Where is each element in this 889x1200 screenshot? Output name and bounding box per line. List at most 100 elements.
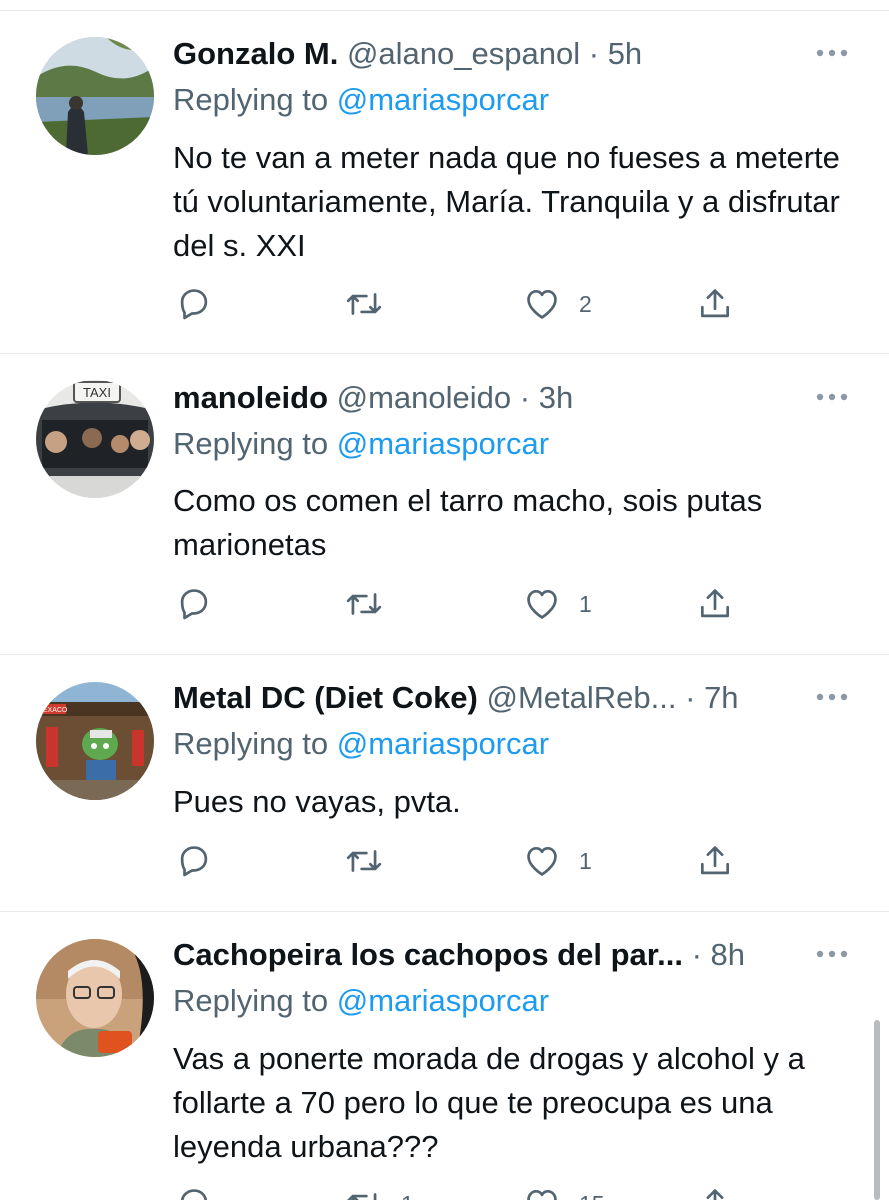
user-handle[interactable]: @manoleido <box>337 380 512 415</box>
share-button[interactable] <box>696 582 734 626</box>
tweet-1[interactable]: Gonzalo M. @alano_espanol · 5h Replying … <box>0 0 889 354</box>
avatar-lake-photo <box>36 37 154 155</box>
retweet-icon <box>346 850 382 872</box>
reply-feed: Gonzalo M. @alano_espanol · 5h Replying … <box>0 0 889 1200</box>
like-button[interactable]: 1 <box>523 582 592 626</box>
timestamp[interactable]: 8h <box>711 937 745 972</box>
retweet-icon <box>347 1193 377 1200</box>
display-name[interactable]: manoleido <box>173 380 328 415</box>
mention-link[interactable]: @mariasporcar <box>337 726 549 761</box>
reply-bubble-icon <box>180 1189 208 1200</box>
replying-to-label: Replying to <box>173 726 329 761</box>
tweet-header: Gonzalo M. @alano_espanol · 5h <box>173 34 809 74</box>
tweet-header: Metal DC (Diet Coke) @MetalReb... · 7h <box>173 678 809 718</box>
share-button[interactable] <box>696 1182 734 1200</box>
action-bar: 1 <box>173 839 773 883</box>
mention-link[interactable]: @mariasporcar <box>337 82 549 117</box>
share-icon <box>700 289 730 318</box>
tweet-text: Vas a ponerte morada de drogas y alcohol… <box>173 1041 805 1164</box>
heart-icon <box>527 1189 557 1200</box>
like-count: 1 <box>579 591 592 617</box>
svg-text:TEXACO: TEXACO <box>39 707 68 714</box>
action-bar: 2 <box>173 282 773 326</box>
separator: · <box>685 680 696 715</box>
heart-icon <box>527 289 557 319</box>
retweet-count: 1 <box>401 1185 414 1200</box>
timestamp[interactable]: 7h <box>704 680 738 715</box>
avatar-gas-station-photo: TEXACO <box>36 682 154 800</box>
like-count: 15 <box>579 1185 605 1200</box>
more-options-button[interactable] <box>815 949 849 959</box>
replying-to-label: Replying to <box>173 983 329 1018</box>
avatar[interactable] <box>36 939 154 1057</box>
like-count: 2 <box>579 291 592 317</box>
reply-button[interactable] <box>175 1182 231 1200</box>
tweet-header: Cachopeira los cachopos del par... · 8h <box>173 935 809 975</box>
retweet-button[interactable] <box>345 839 401 883</box>
reply-bubble-icon <box>180 846 208 877</box>
share-button[interactable] <box>696 839 734 883</box>
reply-button[interactable] <box>175 282 231 326</box>
like-button[interactable]: 1 <box>523 839 592 883</box>
avatar-man-glasses-photo <box>36 939 154 1057</box>
retweet-button[interactable]: 1 <box>345 1182 414 1200</box>
replying-to: Replying to @mariasporcar <box>173 424 549 464</box>
share-icon <box>700 589 730 618</box>
display-name[interactable]: Cachopeira los cachopos del par... <box>173 937 683 972</box>
tweet-text: No te van a meter nada que no fueses a m… <box>173 140 840 263</box>
tweet-2[interactable]: TAXI manoleido @manoleido · 3h Replying … <box>0 354 889 655</box>
display-name[interactable]: Gonzalo M. <box>173 36 338 71</box>
more-dots-icon <box>816 393 848 401</box>
reply-button[interactable] <box>175 582 231 626</box>
more-dots-icon <box>816 950 848 958</box>
share-button[interactable] <box>696 282 734 326</box>
retweet-icon <box>346 293 382 315</box>
mention-link[interactable]: @mariasporcar <box>337 426 549 461</box>
tweet-header: manoleido @manoleido · 3h <box>173 378 809 418</box>
replying-to: Replying to @mariasporcar <box>173 724 549 764</box>
timestamp[interactable]: 3h <box>539 380 573 415</box>
tweet-text: Como os comen el tarro macho, sois putas… <box>173 483 763 562</box>
like-button[interactable]: 15 <box>523 1182 605 1200</box>
retweet-button[interactable] <box>345 282 401 326</box>
avatar[interactable]: TAXI <box>36 380 154 498</box>
separator: · <box>588 36 600 71</box>
action-bar: 1 15 <box>173 1182 773 1200</box>
avatar[interactable]: TEXACO <box>36 682 154 800</box>
more-dots-icon <box>816 693 848 701</box>
display-name[interactable]: Metal DC (Diet Coke) <box>173 680 478 715</box>
share-icon <box>700 846 730 875</box>
more-options-button[interactable] <box>815 692 849 702</box>
tweet-text: Pues no vayas, pvta. <box>173 784 461 819</box>
more-options-button[interactable] <box>815 392 849 402</box>
mention-link[interactable]: @mariasporcar <box>337 983 549 1018</box>
replying-to: Replying to @mariasporcar <box>173 80 549 120</box>
heart-icon <box>527 846 557 876</box>
replying-to-label: Replying to <box>173 426 329 461</box>
user-handle[interactable]: @alano_espanol <box>347 36 580 71</box>
svg-text:TAXI: TAXI <box>83 385 111 400</box>
reply-bubble-icon <box>180 589 208 620</box>
avatar-taxi-photo: TAXI <box>36 380 154 498</box>
like-button[interactable]: 2 <box>523 282 592 326</box>
more-dots-icon <box>816 49 848 57</box>
replying-to: Replying to @mariasporcar <box>173 981 549 1021</box>
retweet-icon <box>346 593 382 615</box>
retweet-button[interactable] <box>345 582 401 626</box>
share-icon <box>706 1189 724 1200</box>
replying-to-label: Replying to <box>173 82 329 117</box>
more-options-button[interactable] <box>815 48 849 58</box>
timestamp[interactable]: 5h <box>608 36 642 71</box>
user-handle[interactable]: @MetalReb... <box>487 680 677 715</box>
tweet-3[interactable]: TEXACO Metal DC (Diet Coke) @MetalReb...… <box>0 655 889 912</box>
separator: · <box>691 937 702 972</box>
separator: · <box>519 380 531 415</box>
tweet-4[interactable]: Cachopeira los cachopos del par... · 8h … <box>0 912 889 1200</box>
reply-button[interactable] <box>175 839 231 883</box>
avatar[interactable] <box>36 37 154 155</box>
like-count: 1 <box>579 848 592 874</box>
action-bar: 1 <box>173 582 773 626</box>
reply-bubble-icon <box>180 289 208 320</box>
scrollbar-thumb[interactable] <box>874 1020 880 1200</box>
heart-icon <box>527 589 557 619</box>
